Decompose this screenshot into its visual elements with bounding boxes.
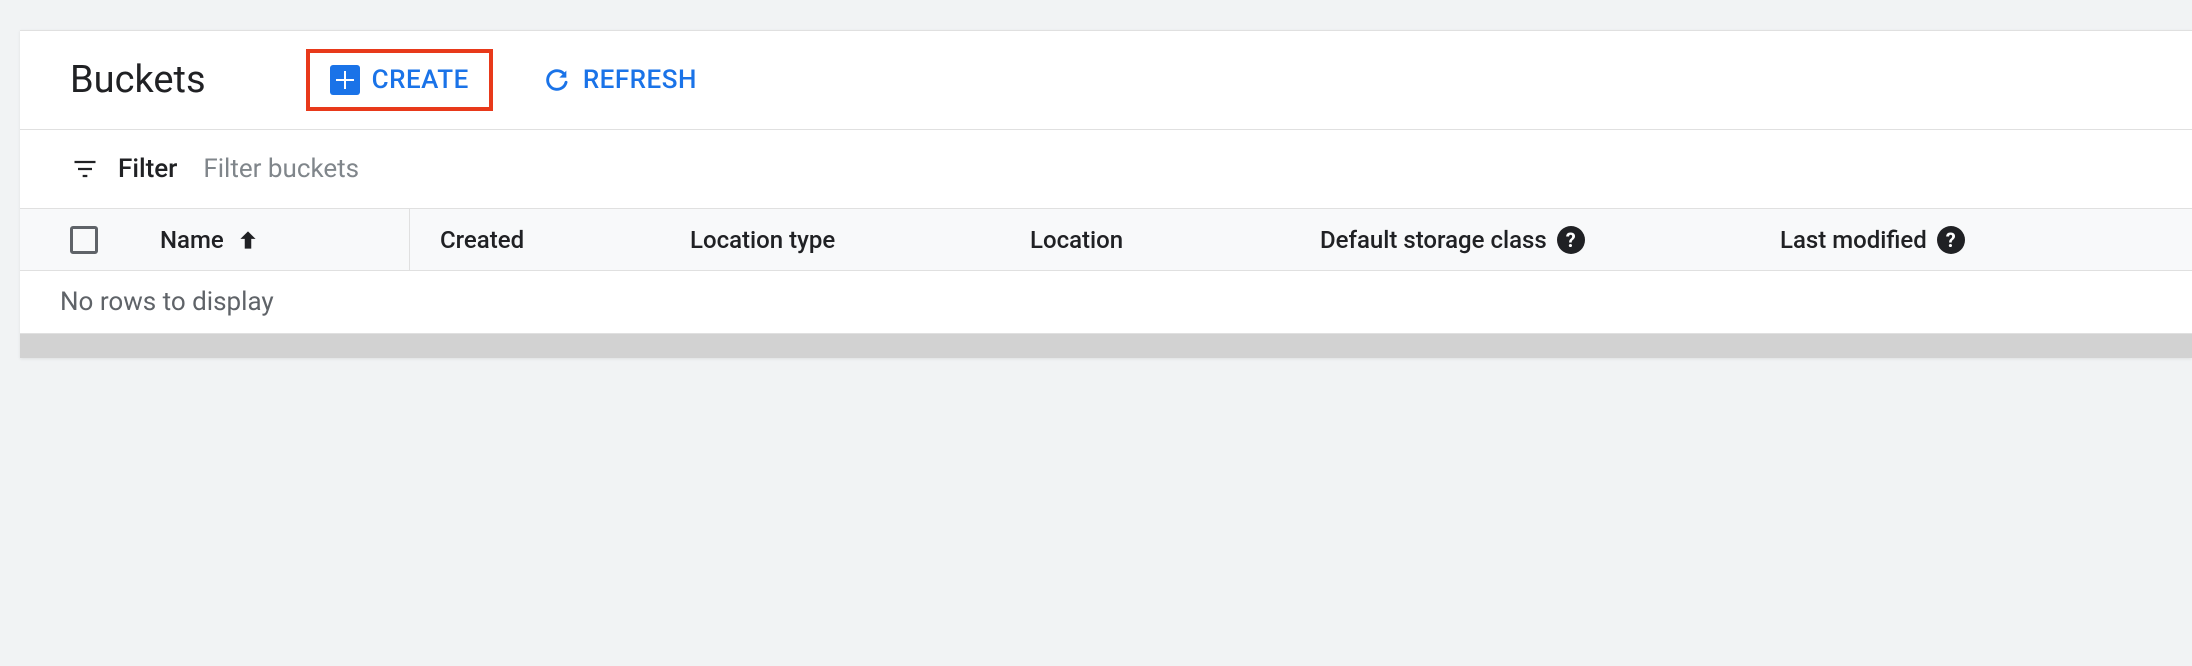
horizontal-scrollbar[interactable]	[20, 334, 2192, 358]
create-button[interactable]: CREATE	[306, 49, 493, 111]
main-panel: Buckets CREATE REFRESH	[20, 30, 2192, 358]
select-all-checkbox[interactable]	[70, 226, 98, 254]
table-header: Name Created Location type Location Defa…	[20, 209, 2192, 271]
help-icon[interactable]: ?	[1937, 226, 1965, 254]
refresh-button[interactable]: REFRESH	[523, 53, 717, 107]
column-header-last-modified[interactable]: Last modified ?	[1780, 226, 2192, 254]
help-icon[interactable]: ?	[1557, 226, 1585, 254]
arrow-up-icon	[234, 226, 262, 254]
column-checkbox	[20, 226, 120, 254]
column-header-storage-class[interactable]: Default storage class ?	[1320, 226, 1780, 254]
filter-label: Filter	[118, 154, 177, 184]
refresh-button-label: REFRESH	[583, 65, 697, 95]
refresh-icon	[543, 66, 571, 94]
column-location-label: Location	[1030, 226, 1123, 254]
column-header-location-type[interactable]: Location type	[690, 226, 1030, 254]
column-header-location[interactable]: Location	[1030, 226, 1320, 254]
column-created-label: Created	[440, 226, 524, 254]
empty-state-message: No rows to display	[20, 271, 2192, 334]
filter-icon	[70, 154, 100, 184]
plus-icon	[330, 65, 360, 95]
column-header-created[interactable]: Created	[410, 226, 690, 254]
create-button-label: CREATE	[372, 65, 469, 95]
column-location-type-label: Location type	[690, 226, 835, 254]
filter-row: Filter	[20, 130, 2192, 209]
header-row: Buckets CREATE REFRESH	[20, 31, 2192, 130]
filter-input[interactable]	[195, 148, 2152, 190]
page-wrapper: Buckets CREATE REFRESH	[0, 0, 2192, 666]
column-header-name[interactable]: Name	[120, 209, 410, 270]
column-modified-label: Last modified	[1780, 226, 1927, 254]
column-name-label: Name	[160, 226, 224, 254]
column-storage-label: Default storage class	[1320, 226, 1547, 254]
page-title: Buckets	[70, 58, 206, 102]
